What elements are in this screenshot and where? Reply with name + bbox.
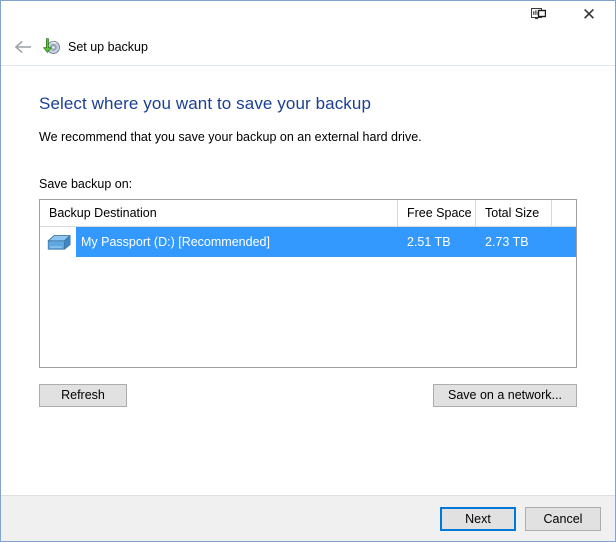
- setup-backup-window: ✕ Set up backup Select where you want to…: [0, 0, 616, 542]
- cell-total-size: 2.73 TB: [485, 235, 529, 249]
- back-arrow-icon[interactable]: [11, 35, 35, 59]
- display-help-icon[interactable]: [521, 1, 555, 29]
- close-icon: ✕: [581, 4, 597, 25]
- page-subtext: We recommend that you save your backup o…: [39, 130, 422, 144]
- external-hard-drive-icon: [40, 227, 76, 257]
- list-action-buttons: Refresh Save on a network...: [39, 384, 577, 407]
- cancel-button[interactable]: Cancel: [525, 506, 601, 531]
- dialog-footer: Next Cancel: [1, 495, 615, 541]
- column-header-total-size[interactable]: Total Size: [476, 200, 552, 226]
- save-on-network-button[interactable]: Save on a network...: [433, 384, 577, 407]
- backup-destination-list[interactable]: Backup Destination Free Space Total Size: [39, 199, 577, 368]
- title-bar: ✕: [1, 1, 615, 29]
- cell-destination: My Passport (D:) [Recommended]: [81, 235, 270, 249]
- window-title: Set up backup: [68, 39, 148, 54]
- list-header-row: Backup Destination Free Space Total Size: [40, 200, 576, 227]
- save-backup-on-label: Save backup on:: [39, 177, 133, 191]
- column-header-spacer: [552, 200, 576, 226]
- column-header-destination[interactable]: Backup Destination: [40, 200, 398, 226]
- list-body: My Passport (D:) [Recommended] 2.51 TB 2…: [40, 227, 576, 367]
- backup-restore-icon: [41, 37, 61, 57]
- navigation-bar: Set up backup: [1, 29, 615, 65]
- content-area: Select where you want to save your backu…: [1, 66, 615, 495]
- table-row[interactable]: My Passport (D:) [Recommended] 2.51 TB 2…: [40, 227, 576, 257]
- column-header-free-space[interactable]: Free Space: [398, 200, 476, 226]
- next-button[interactable]: Next: [440, 506, 516, 531]
- page-title: Select where you want to save your backu…: [39, 94, 372, 113]
- close-button[interactable]: ✕: [567, 1, 611, 29]
- table-row-selected-fill[interactable]: My Passport (D:) [Recommended] 2.51 TB 2…: [76, 227, 576, 257]
- refresh-button[interactable]: Refresh: [39, 384, 127, 407]
- cell-free-space: 2.51 TB: [407, 235, 451, 249]
